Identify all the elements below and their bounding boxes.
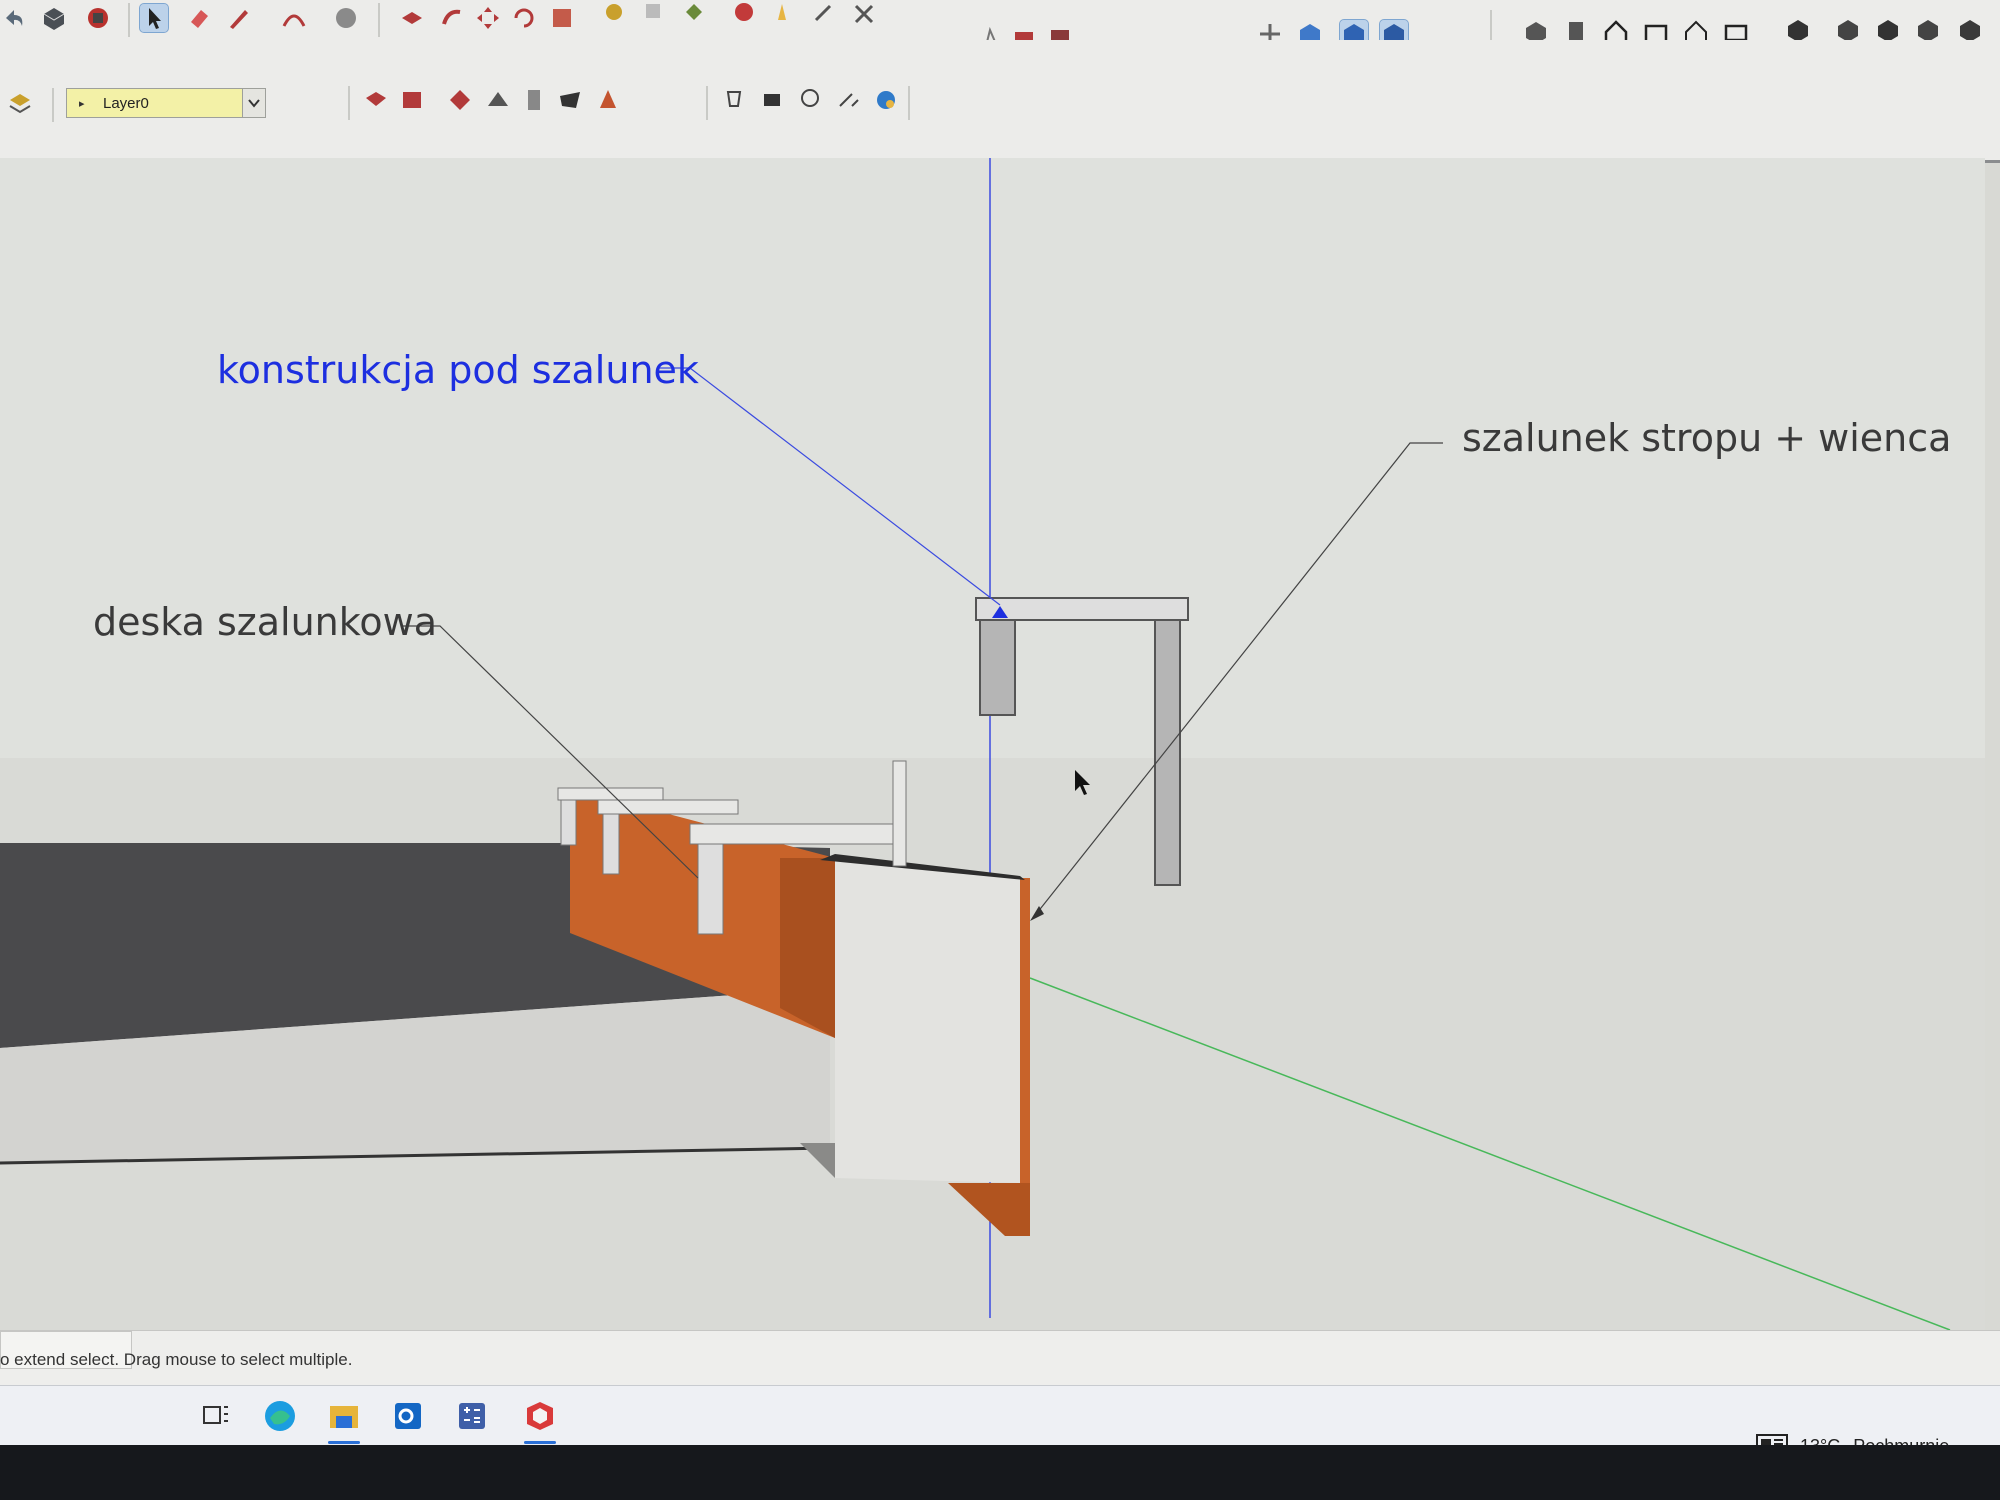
styles-panel-icon[interactable] [520,86,548,114]
secondary-toolbar: ▸ Layer0 [0,40,2000,160]
shadows-panel-icon[interactable] [594,86,622,114]
zoom-extents-icon[interactable] [850,0,878,28]
windows-taskbar [0,1385,2000,1446]
orbit-icon[interactable] [730,0,758,28]
paint-bucket-icon[interactable] [680,0,708,28]
zoom-icon[interactable] [810,0,838,28]
shape-circle-icon[interactable] [332,4,360,32]
support-post-2 [602,813,620,875]
component-icon[interactable] [40,4,68,32]
move-icon[interactable] [474,4,502,32]
3d-warehouse-icon[interactable] [84,4,112,32]
timber-formwork-end [780,858,835,1038]
support-upright [892,760,907,867]
chevron-down-icon[interactable] [242,89,265,117]
undo-icon[interactable] [0,4,28,32]
beam-concrete-face [835,858,1020,1183]
outliner-icon[interactable] [362,86,390,114]
model-scene [0,158,1985,1330]
timber-formwork-vertical [1020,878,1030,1236]
pan-icon[interactable] [770,0,798,28]
current-layer-bullet-icon: ▸ [79,98,85,110]
rotate-icon[interactable] [510,4,538,32]
calculator-icon[interactable] [450,1394,494,1438]
monitor-bezel [0,1445,2000,1500]
follow-me-icon[interactable] [438,4,466,32]
support-beam-1 [557,787,664,801]
bracket-right-post [1154,619,1181,886]
toolbar-area: ▸ Layer0 [0,0,2000,163]
add-location-icon[interactable] [834,86,862,114]
model-viewport[interactable]: konstrukcja pod szalunek szalunek stropu… [0,158,1985,1330]
walk-icon[interactable] [758,86,786,114]
layer-select[interactable]: ▸ Layer0 [66,88,266,118]
task-view-icon[interactable] [194,1394,238,1438]
label-szalunek-stropu-wienca[interactable]: szalunek stropu + wienca [1462,416,1951,460]
bracket-top-beam [975,597,1189,621]
scale-icon[interactable] [548,4,576,32]
status-hint-text: o extend select. Drag mouse to select mu… [0,1350,353,1369]
support-beam-3 [689,823,906,845]
label-konstrukcja-pod-szalunek[interactable]: konstrukcja pod szalunek [217,348,699,392]
push-pull-icon[interactable] [398,4,426,32]
main-toolbar [0,0,2000,49]
eraser-icon[interactable] [185,4,213,32]
label-deska-szalunkowa[interactable]: deska szalunkowa [93,600,437,644]
bracket-left-post [979,619,1016,716]
pencil-line-icon[interactable] [225,4,253,32]
file-explorer-icon[interactable] [322,1394,366,1444]
entity-info-icon[interactable] [398,86,426,114]
layer-select-value: Layer0 [103,95,149,112]
position-camera-icon[interactable] [720,86,748,114]
support-post-1 [560,799,577,846]
layer-manager-icon[interactable] [6,90,34,118]
sketchup-icon[interactable] [518,1394,562,1444]
materials-icon[interactable] [446,86,474,114]
tape-measure-icon[interactable] [600,0,628,28]
geo-location-icon[interactable] [872,86,900,114]
outlook-icon[interactable] [386,1394,430,1438]
scenes-panel-icon[interactable] [556,86,584,114]
select-arrow-icon[interactable] [139,3,169,33]
look-around-icon[interactable] [796,86,824,114]
edge-icon[interactable] [258,1394,302,1438]
support-post-3 [697,843,724,935]
components-panel-icon[interactable] [484,86,512,114]
arc-icon[interactable] [280,4,308,32]
text-icon[interactable] [640,0,668,28]
support-beam-2 [597,799,739,815]
